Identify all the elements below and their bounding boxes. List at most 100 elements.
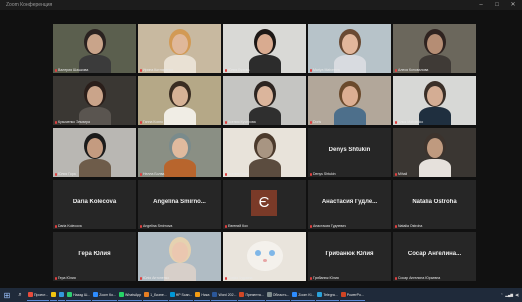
- participant-tile[interactable]: Валерия Шашкова: [53, 24, 136, 73]
- participant-video: [308, 24, 391, 73]
- participant-tile[interactable]: Mariya Matveeva: [308, 24, 391, 73]
- cat-face: [247, 241, 283, 271]
- participant-tile[interactable]: Гера Юлия Гера Юлия: [53, 232, 136, 281]
- mic-muted-icon: [310, 120, 312, 124]
- mic-muted-icon: [55, 224, 57, 228]
- participant-name-label: Doris: [310, 120, 321, 124]
- cat-eye: [269, 250, 275, 256]
- participant-name: Ирина Котляренко: [143, 68, 173, 72]
- windows-start-icon[interactable]: ⊞: [0, 288, 14, 302]
- close-icon[interactable]: ✕: [508, 0, 518, 10]
- participant-tile[interactable]: Daria Koleсova Daria Koleсova: [53, 180, 136, 229]
- participant-tile[interactable]: Сосар Ангелина... Сосар Ангелина Юрьевна: [393, 232, 476, 281]
- participant-tile[interactable]: Ксения Кучерова: [223, 76, 306, 125]
- taskbar-app[interactable]: PowerPo...: [339, 289, 365, 301]
- window-controls: – □ ✕: [476, 0, 518, 10]
- participant-tile[interactable]: Юлія Антоненко: [138, 232, 221, 281]
- participant-video: [393, 128, 476, 177]
- participant-name-label: Кузьменко Эльвира: [55, 120, 90, 124]
- participant-tile[interactable]: Анастасия Гудле... Анастасия Гудлевич: [308, 180, 391, 229]
- mic-muted-icon: [55, 68, 57, 72]
- participant-name-label: Ирина Котляренко: [140, 68, 173, 72]
- app-icon: [67, 292, 73, 297]
- participant-tile[interactable]: Doris: [308, 76, 391, 125]
- mic-muted-icon: [310, 172, 312, 176]
- participant-name: Сосар Ангелина Юрьевна: [398, 276, 441, 280]
- person-body: [419, 159, 451, 177]
- person-face: [342, 86, 358, 106]
- participant-video: [138, 232, 221, 281]
- taskbar-app[interactable]: Word 202...: [211, 289, 238, 301]
- taskbar-app[interactable]: [58, 289, 66, 301]
- app-icon: [292, 292, 298, 297]
- taskbar-app[interactable]: HP Scan...: [168, 289, 194, 301]
- mic-muted-icon: [225, 276, 227, 280]
- participant-name-label: Ксения Кучерова: [225, 120, 256, 124]
- participant-tile[interactable]: Natalia Ostroha Natalia Ostroha: [393, 180, 476, 229]
- mic-muted-icon: [55, 120, 57, 124]
- volume-icon[interactable]: ◀): [515, 293, 519, 297]
- taskbar-app[interactable]: Zoom Kl...: [291, 289, 316, 301]
- participant-name: Daria Koleсova: [58, 224, 82, 228]
- participant-name: Ксения Кучерова: [228, 120, 256, 124]
- mic-muted-icon: [395, 120, 397, 124]
- person-body: [249, 55, 281, 73]
- participant-tile[interactable]: Denys Shtukin Denys Shtukin: [308, 128, 391, 177]
- taskbar-app-label: Презента...: [245, 292, 264, 297]
- participant-grid: Валерия Шашкова Ирина Котляренко Юлия Бузо…: [53, 24, 476, 281]
- participant-name-label: Ганна Кохно: [140, 120, 163, 124]
- taskbar-app[interactable]: Проект...: [27, 289, 50, 301]
- participant-tile[interactable]: Юлия Бузова: [223, 24, 306, 73]
- participant-name: Илья Matvienko: [398, 120, 424, 124]
- taskbar-app[interactable]: 1_Бизне...: [143, 289, 168, 301]
- minimize-icon[interactable]: –: [476, 0, 486, 10]
- mic-muted-icon: [140, 68, 142, 72]
- participant-display-name: Daria Koleсova: [72, 199, 117, 205]
- person-face: [257, 86, 273, 106]
- tray-up-icon[interactable]: ⌃: [500, 293, 503, 297]
- participant-name-label: Валерия Шашкова: [55, 68, 88, 72]
- taskbar-app-label: Telegra...: [323, 292, 338, 297]
- taskbar-app[interactable]: Презента...: [238, 289, 265, 301]
- taskbar-app[interactable]: Ника: [194, 289, 211, 301]
- participant-video: [138, 24, 221, 73]
- app-icon: [340, 292, 346, 297]
- taskbar-app[interactable]: Назад Ш...: [66, 289, 92, 301]
- person-body: [164, 159, 196, 177]
- mic-muted-icon: [225, 120, 227, 124]
- search-icon[interactable]: ⌕: [14, 288, 26, 302]
- taskbar-app[interactable]: Telegra...: [316, 289, 339, 301]
- participant-tile[interactable]: Angelina Smirno... Angelina Smirnova: [138, 180, 221, 229]
- participant-video: [138, 128, 221, 177]
- taskbar-app[interactable]: WhatsApp: [118, 289, 143, 301]
- participant-name: Doris: [313, 120, 322, 124]
- participant-tile[interactable]: Кузьменко Эльвира: [53, 76, 136, 125]
- taskbar-app[interactable]: Zoom Ко...: [92, 289, 118, 301]
- participant-tile[interactable]: Ирина Котляренко: [138, 24, 221, 73]
- participant-tile[interactable]: Грибанюк Юлия Грибанюк Юлия: [308, 232, 391, 281]
- participant-tile[interactable]: Алеся Коновалова: [393, 24, 476, 73]
- network-icon[interactable]: ▂▄▆: [505, 293, 513, 297]
- taskbar-app[interactable]: [50, 289, 58, 301]
- taskbar-app-label: Word 202...: [218, 292, 237, 297]
- app-icon: [266, 292, 272, 297]
- participant-tile[interactable]: Нелла Болва: [138, 128, 221, 177]
- mic-muted-icon: [225, 224, 227, 228]
- participant-display-name: Сосар Ангелина...: [407, 251, 462, 257]
- window-titlebar: Zoom Конференция – □ ✕: [0, 0, 522, 10]
- person-face: [172, 242, 188, 262]
- taskbar-app[interactable]: Область...: [265, 289, 291, 301]
- mic-muted-icon: [55, 276, 57, 280]
- participant-tile[interactable]: Є Евгений Кох: [223, 180, 306, 229]
- mic-muted-icon: [310, 68, 312, 72]
- participant-tile[interactable]: Ганна Кохно: [138, 76, 221, 125]
- participant-name: Гера Юлия: [58, 276, 76, 280]
- participant-tile[interactable]: Ксения Гора: [223, 128, 306, 177]
- participant-tile[interactable]: Mihail: [393, 128, 476, 177]
- participant-tile[interactable]: Юлия Гора: [53, 128, 136, 177]
- person-body: [79, 159, 111, 177]
- participant-video: [393, 76, 476, 125]
- participant-tile[interactable]: Софія Чудзина: [223, 232, 306, 281]
- participant-tile[interactable]: Илья Matvienko: [393, 76, 476, 125]
- maximize-icon[interactable]: □: [492, 0, 502, 10]
